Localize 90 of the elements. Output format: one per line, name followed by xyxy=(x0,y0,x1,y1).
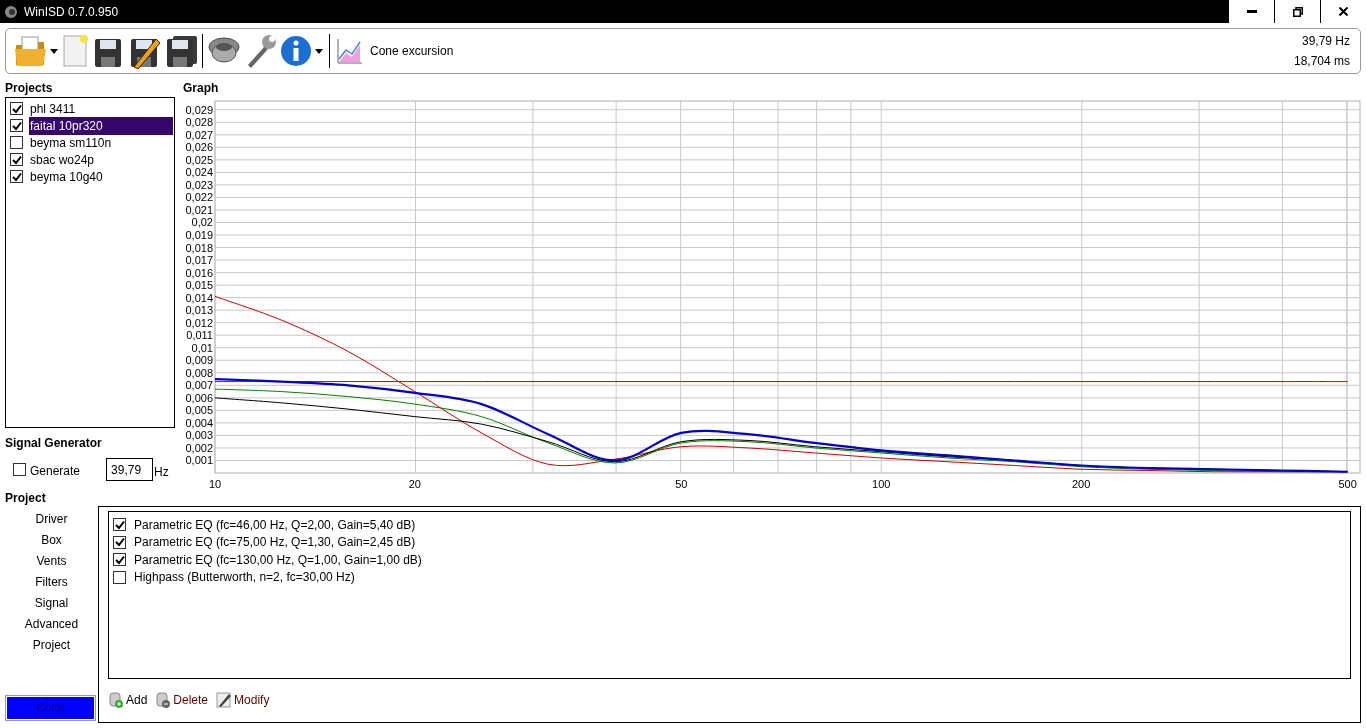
unit-label: Hz xyxy=(154,463,169,481)
y-tick-label: 0,014 xyxy=(185,291,213,304)
y-tick-label: 0,025 xyxy=(185,153,213,166)
filter-item[interactable]: Highpass (Butterworth, n=2, fc=30,00 Hz) xyxy=(134,568,355,587)
frequency-field[interactable]: 39,79 xyxy=(106,458,154,481)
y-tick-label: 0,013 xyxy=(185,304,213,317)
side-tab[interactable]: Signal xyxy=(34,592,69,613)
y-tick-label: 0,003 xyxy=(185,429,213,442)
frequency-readout: 39,79 Hz xyxy=(1301,33,1350,50)
modify-button[interactable]: Modify xyxy=(216,691,270,709)
checkbox[interactable] xyxy=(10,153,23,166)
x-tick-label: 50 xyxy=(675,478,688,490)
project-item[interactable]: beyma sm110n xyxy=(29,133,113,152)
checkbox[interactable] xyxy=(10,136,23,149)
project-item[interactable]: sbac wo24p xyxy=(29,150,96,169)
y-tick-label: 0,007 xyxy=(185,379,213,392)
checkbox[interactable] xyxy=(113,518,126,532)
filter-item[interactable]: Parametric EQ (fc=75,00 Hz, Q=1,30, Gain=2,45 dB) xyxy=(134,533,416,552)
y-tick-label: 0,004 xyxy=(185,416,213,429)
close-button[interactable] xyxy=(1320,0,1366,23)
caret-icon[interactable] xyxy=(50,48,58,54)
y-tick-label: 0,019 xyxy=(185,229,213,241)
y-tick-label: 0,009 xyxy=(185,354,213,367)
generate-label: Generate xyxy=(30,462,81,480)
checkbox[interactable] xyxy=(113,570,126,584)
y-tick-label: 0,028 xyxy=(185,116,213,129)
section-title: Projects xyxy=(5,80,54,97)
checkbox[interactable] xyxy=(113,535,126,549)
y-tick-label: 0,018 xyxy=(185,241,213,254)
side-tab[interactable]: Driver xyxy=(35,508,68,529)
y-tick-label: 0,01 xyxy=(191,341,213,354)
time-readout: 18,704 ms xyxy=(1293,53,1350,70)
add-button[interactable]: Add xyxy=(108,691,148,709)
x-tick-label: 200 xyxy=(1071,478,1091,490)
y-tick-label: 0,027 xyxy=(185,128,213,141)
side-tab[interactable]: Project xyxy=(32,634,71,655)
generate-checkbox[interactable] xyxy=(13,463,26,476)
y-tick-label: 0,022 xyxy=(185,191,213,204)
y-tick-label: 0,002 xyxy=(185,441,213,454)
window-title: WinISD 0.7.0.950 xyxy=(24,3,119,21)
checkbox[interactable] xyxy=(10,170,23,183)
section-title: Project xyxy=(5,490,47,504)
x-tick-label: 500 xyxy=(1338,478,1357,490)
side-tab[interactable]: Box xyxy=(41,529,62,550)
y-tick-label: 0,005 xyxy=(185,404,213,417)
project-item[interactable]: beyma 10g40 xyxy=(29,167,104,186)
filter-item[interactable]: Parametric EQ (fc=130,00 Hz, Q=1,00, Gain=1,00 dB) xyxy=(134,550,422,569)
side-tab[interactable]: Advanced xyxy=(24,613,79,634)
minimize-icon xyxy=(1246,10,1257,13)
y-tick-label: 0,026 xyxy=(185,141,213,154)
y-tick-label: 0,016 xyxy=(185,266,213,279)
section-title: Signal Generator xyxy=(5,435,103,452)
add-icon xyxy=(108,692,124,708)
y-tick-label: 0,001 xyxy=(185,454,213,467)
chart-icon xyxy=(336,37,364,65)
x-tick-label: 10 xyxy=(208,478,222,490)
y-tick-label: 0,023 xyxy=(185,178,213,191)
project-item[interactable]: phl 3411 xyxy=(29,99,77,118)
x-tick-label: 20 xyxy=(408,478,421,490)
section-title: Graph xyxy=(183,80,220,96)
side-tab[interactable]: Vents xyxy=(36,550,67,571)
app-icon xyxy=(4,4,18,19)
y-tick-label: 0,024 xyxy=(185,166,213,179)
cone-excursion-button[interactable]: Cone excursion xyxy=(336,37,454,65)
restore-button[interactable] xyxy=(1274,0,1320,23)
pencil-icon xyxy=(216,692,233,708)
y-tick-label: 0,021 xyxy=(185,203,213,216)
y-tick-label: 0,015 xyxy=(185,279,213,292)
y-tick-label: 0,006 xyxy=(185,391,213,404)
info-icon[interactable] xyxy=(279,33,313,69)
project-item[interactable]: faital 10pr320 xyxy=(29,116,173,135)
delete-icon xyxy=(155,692,172,708)
y-tick-label: 0,029 xyxy=(185,103,213,116)
checkbox[interactable] xyxy=(10,102,23,115)
filter-item[interactable]: Parametric EQ (fc=46,00 Hz, Q=2,00, Gain=5,40 dB) xyxy=(134,515,416,534)
x-tick-label: 100 xyxy=(872,478,891,490)
minimize-button[interactable] xyxy=(1228,0,1274,23)
y-tick-label: 0,008 xyxy=(185,366,213,379)
y-tick-label: 0,02 xyxy=(191,216,213,229)
side-tab[interactable]: Filters xyxy=(35,571,68,592)
caret-icon[interactable] xyxy=(315,48,323,54)
restore-icon xyxy=(1292,6,1303,17)
checkbox[interactable] xyxy=(113,553,126,567)
close-icon xyxy=(1339,7,1348,16)
y-tick-label: 0,017 xyxy=(185,254,213,267)
delete-button[interactable]: Delete xyxy=(155,691,209,709)
checkbox[interactable] xyxy=(10,119,23,132)
y-tick-label: 0,012 xyxy=(185,316,213,329)
floppy-disks-icon[interactable] xyxy=(164,33,198,69)
y-tick-label: 0,011 xyxy=(186,329,213,342)
